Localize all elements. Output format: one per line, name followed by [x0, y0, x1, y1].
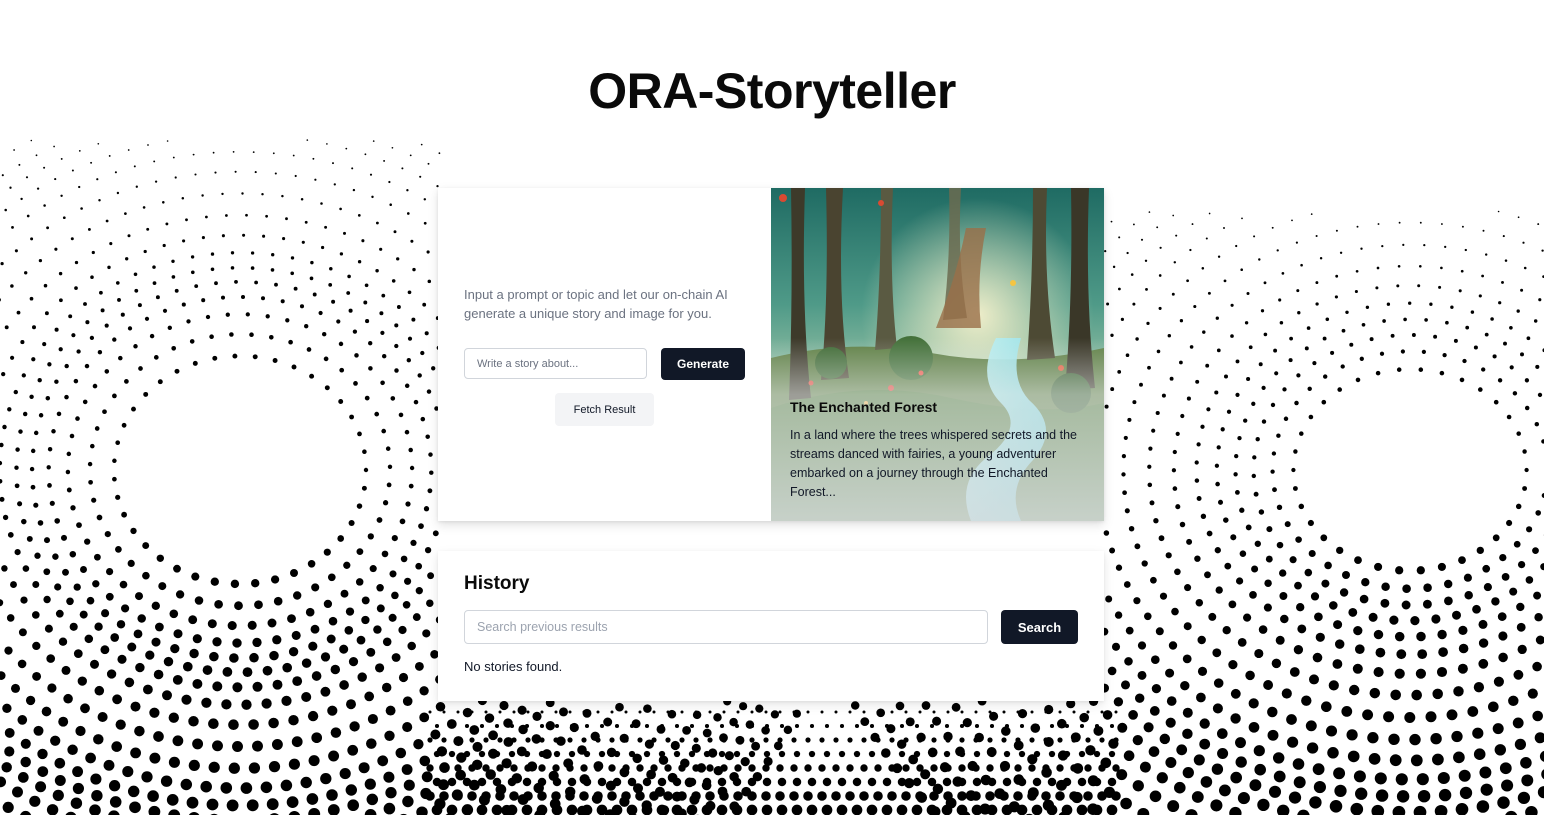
generator-card: Input a prompt or topic and let our on-c…: [438, 188, 1104, 521]
story-prompt-input[interactable]: [464, 348, 647, 379]
story-result-panel: The Enchanted Forest In a land where the…: [771, 188, 1104, 521]
history-card: History Search No stories found.: [438, 551, 1104, 701]
history-heading: History: [464, 573, 530, 594]
search-button[interactable]: Search: [1001, 610, 1078, 644]
prompt-panel: Input a prompt or topic and let our on-c…: [438, 188, 771, 521]
empty-state-text: No stories found.: [464, 659, 563, 674]
story-excerpt: In a land where the trees whispered secr…: [790, 428, 1077, 499]
generate-button[interactable]: Generate: [661, 348, 745, 380]
story-title: The Enchanted Forest: [790, 399, 938, 415]
page-title: ORA-Storyteller: [588, 63, 956, 119]
intro-text: Input a prompt or topic and let our on-c…: [464, 287, 728, 321]
fetch-result-button[interactable]: Fetch Result: [555, 393, 654, 426]
history-search-input[interactable]: [464, 610, 988, 644]
page: ORA-Storyteller Input a prompt or topic …: [0, 0, 1544, 815]
